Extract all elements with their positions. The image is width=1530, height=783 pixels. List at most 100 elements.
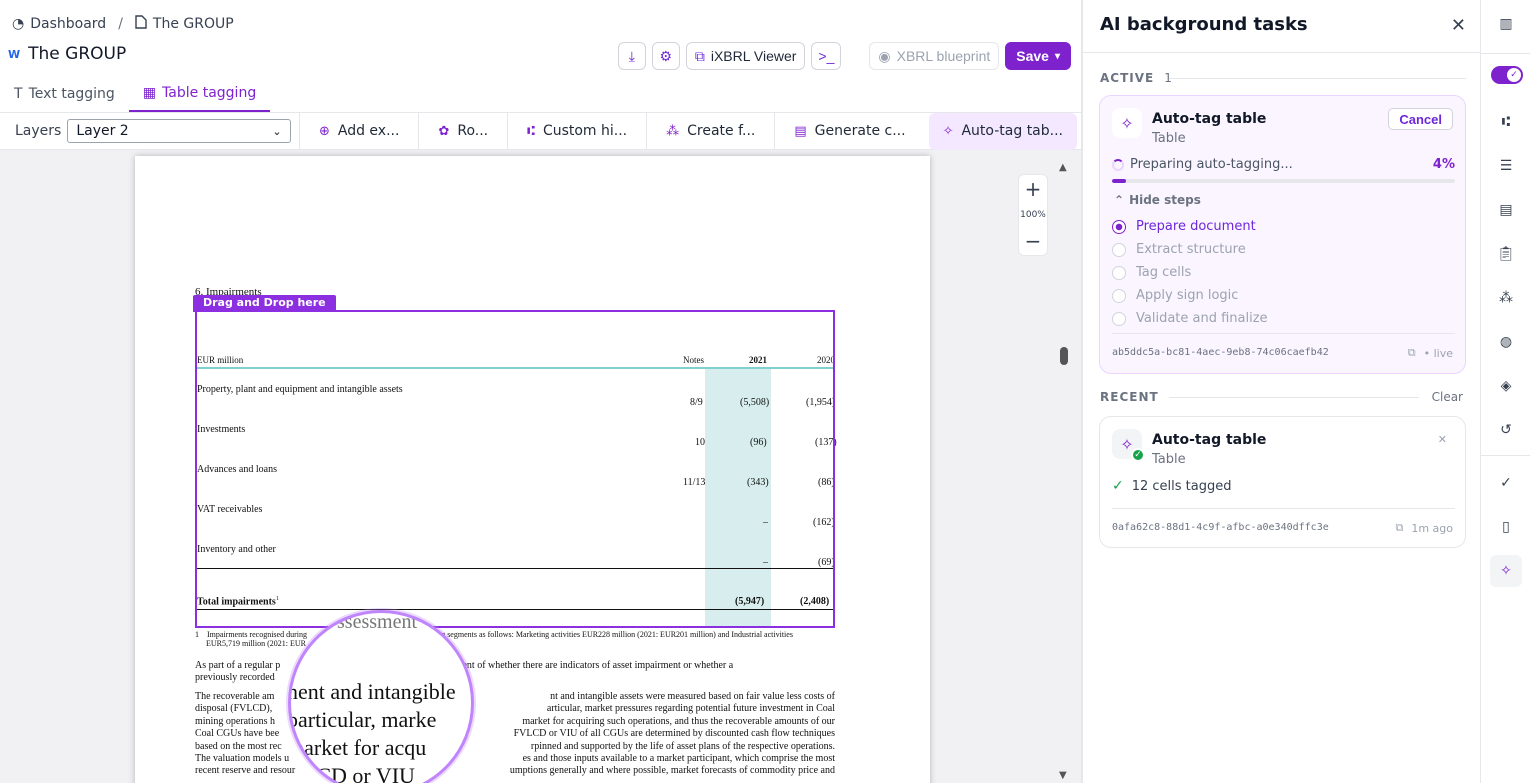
magnifier-lens: ssessment nent and intangible particular, … — [288, 610, 474, 783]
check-circle-icon[interactable]: ✓ — [1490, 467, 1522, 499]
tab-text-tagging[interactable]: T Text tagging — [0, 76, 129, 112]
create-footnote-button[interactable]: ⁂ Create f... — [646, 112, 774, 150]
add-extension-button[interactable]: ⊕ Add ex... — [298, 112, 418, 150]
clear-recent-button[interactable]: Clear — [1432, 390, 1463, 404]
magic-wand-icon: ✧ — [942, 123, 954, 139]
breadcrumb-dashboard[interactable]: ◔ Dashboard — [12, 16, 106, 32]
step-label: Apply sign logic — [1136, 288, 1239, 303]
layers-icon[interactable]: ◈ — [1490, 370, 1522, 402]
cancel-task-button[interactable]: Cancel — [1388, 108, 1453, 130]
save-label: Save — [1016, 48, 1049, 64]
eye-icon: ◉ — [878, 47, 891, 64]
recent-task-time: 1m ago — [1411, 521, 1453, 535]
zoom-in-button[interactable]: + — [1025, 177, 1042, 201]
generate-calculations-label: Generate c... — [814, 123, 906, 139]
paragraph-2-line-end: es and those inputs available to a marke… — [522, 753, 835, 765]
globe-icon[interactable]: ◍ — [1490, 326, 1522, 358]
custom-hierarchy-label: Custom hi... — [542, 123, 628, 139]
footnote-number: 1 — [195, 630, 199, 639]
active-task-id[interactable]: ab5ddc5a-bc81-4aec-9eb8-74c06caefb42 — [1112, 347, 1329, 358]
paragraph-2-line-end: articular, market pressures regarding po… — [546, 703, 835, 715]
clipboard-icon[interactable]: 📋︎ — [1490, 238, 1522, 270]
roles-button[interactable]: ✿ Ro... — [418, 112, 507, 150]
paragraph-2-line-start: recent reserve and resour — [195, 765, 296, 777]
step-item: Prepare document — [1112, 215, 1268, 238]
recent-task-result-text: 12 cells tagged — [1131, 478, 1232, 494]
history-icon[interactable]: ↺ — [1490, 414, 1522, 446]
step-label: Prepare document — [1136, 219, 1256, 234]
list-icon[interactable]: ☰ — [1490, 150, 1522, 182]
layer-select-value: Layer 2 — [76, 123, 129, 139]
paragraph-2-line-end: nt and intangible assets were measured b… — [550, 691, 835, 702]
recent-task-result: ✓ 12 cells tagged — [1112, 478, 1232, 494]
download-button[interactable]: ⤓ — [617, 42, 646, 70]
tab-table-tagging[interactable]: ▦ Table tagging — [128, 76, 271, 112]
ixbrl-viewer-button[interactable]: ⧉ iXBRL Viewer — [685, 42, 806, 70]
document-canvas[interactable]: 6. Impairments EUR million Notes 2021 20… — [0, 150, 1081, 783]
breadcrumb-dashboard-label: Dashboard — [30, 16, 107, 32]
vertical-scrollbar[interactable]: ▲ ▼ — [1058, 158, 1070, 783]
active-section-rule — [1169, 78, 1466, 79]
paragraph-2-line-end: FVLCD or VIU of all CGUs are determined … — [513, 728, 835, 740]
scroll-up-icon[interactable]: ▲ — [1059, 162, 1067, 173]
footprints-icon: ⁂ — [666, 123, 680, 139]
auto-tag-table-button[interactable]: ✧ Auto-tag tab... — [928, 112, 1077, 150]
footnote-continuation: EUR5,719 million (2021: EUR — [206, 639, 846, 648]
right-rail: ▥ ✓ ⑆ ☰ ▤ 📋︎ ⁂ ◍ ◈ ↺ ✓ ▯ ✧ — [1480, 0, 1530, 783]
paragraph-1-c: previously recorded — [195, 672, 275, 684]
breadcrumb-current[interactable]: The GROUP — [135, 15, 234, 33]
add-extension-label: Add ex... — [337, 123, 400, 139]
open-external-icon[interactable]: ⧉ — [1395, 521, 1403, 535]
settings-button[interactable]: ⚙ — [651, 42, 680, 70]
ai-toggle-switch[interactable]: ✓ — [1491, 66, 1523, 84]
paragraph-2-line-start: The recoverable am — [195, 691, 275, 702]
recent-task-id[interactable]: 0afa62c8-88d1-4c9f-afbc-a0e340dffc3e — [1112, 522, 1329, 533]
paragraph-2-line-start: mining operations h — [195, 715, 275, 727]
hierarchy-icon[interactable]: ⑆ — [1490, 106, 1522, 138]
live-status: • live — [1423, 346, 1453, 360]
open-external-icon[interactable]: ⧉ — [1408, 346, 1416, 360]
scrollbar-thumb[interactable] — [1060, 347, 1068, 365]
check-icon: ✓ — [1112, 478, 1124, 494]
paragraph-1-a: As part of a regular p — [195, 660, 281, 671]
table-icon: ▦ — [142, 85, 157, 101]
create-footnote-label: Create f... — [687, 123, 756, 139]
layer-select[interactable]: Layer 2 ⌄ — [67, 119, 291, 143]
save-button[interactable]: Save ▾ — [1005, 42, 1071, 70]
drag-drop-label[interactable]: Drag and Drop here — [193, 295, 336, 312]
footnote-text-a: Impairments recognised during — [207, 630, 307, 639]
paragraph-1-b: assessment of whether there are indicato… — [430, 660, 734, 671]
generate-calculations-button[interactable]: ▤ Generate c... — [774, 112, 924, 150]
breadcrumb-separator: / — [118, 16, 123, 32]
layers-label: Layers — [15, 123, 62, 139]
paragraph-2-line-start: The valuation models u — [195, 753, 290, 765]
paragraph-2-line-end: rpinned and supported by the life of ass… — [530, 740, 835, 752]
footprints-icon[interactable]: ⁂ — [1490, 282, 1522, 314]
step-item: Tag cells — [1112, 261, 1268, 284]
file-icon[interactable]: ▯ — [1490, 511, 1522, 543]
calculator-icon[interactable]: ▤ — [1490, 194, 1522, 226]
dismiss-icon[interactable]: ✕ — [1438, 433, 1447, 446]
magic-wand-icon[interactable]: ✧ — [1490, 555, 1522, 587]
progress-bar-fill — [1112, 179, 1126, 183]
step-current-icon — [1112, 219, 1126, 234]
close-icon[interactable]: ✕ — [1451, 15, 1466, 36]
recent-section-rule — [1169, 397, 1419, 398]
dashboard-icon: ◔ — [12, 16, 25, 32]
terminal-button[interactable]: >_ — [811, 42, 842, 70]
page-title[interactable]: The GROUP — [28, 44, 126, 64]
zoom-out-button[interactable]: − — [1025, 229, 1042, 253]
xbrl-blueprint-button[interactable]: ◉ XBRL blueprint — [869, 42, 1000, 70]
layer-toolbar: Layers Layer 2 ⌄ ⊕ Add ex... ✿ Ro... ⑆ C… — [0, 112, 1081, 150]
custom-hierarchy-button[interactable]: ⑆ Custom hi... — [507, 112, 646, 150]
scroll-down-icon[interactable]: ▼ — [1059, 770, 1067, 781]
hide-steps-toggle[interactable]: ⌃ Hide steps — [1114, 193, 1201, 207]
active-task-subtitle: Table — [1152, 131, 1186, 146]
table-selection-box[interactable] — [195, 310, 835, 628]
panel-toggle-icon[interactable]: ▥ — [1490, 8, 1522, 40]
step-label: Validate and finalize — [1136, 311, 1268, 326]
card-footer-rule — [1112, 333, 1455, 334]
footnote: 1 Impairments recognised during erating … — [195, 630, 835, 639]
active-label: ACTIVE — [1100, 71, 1155, 85]
card-footer-rule — [1112, 508, 1455, 509]
